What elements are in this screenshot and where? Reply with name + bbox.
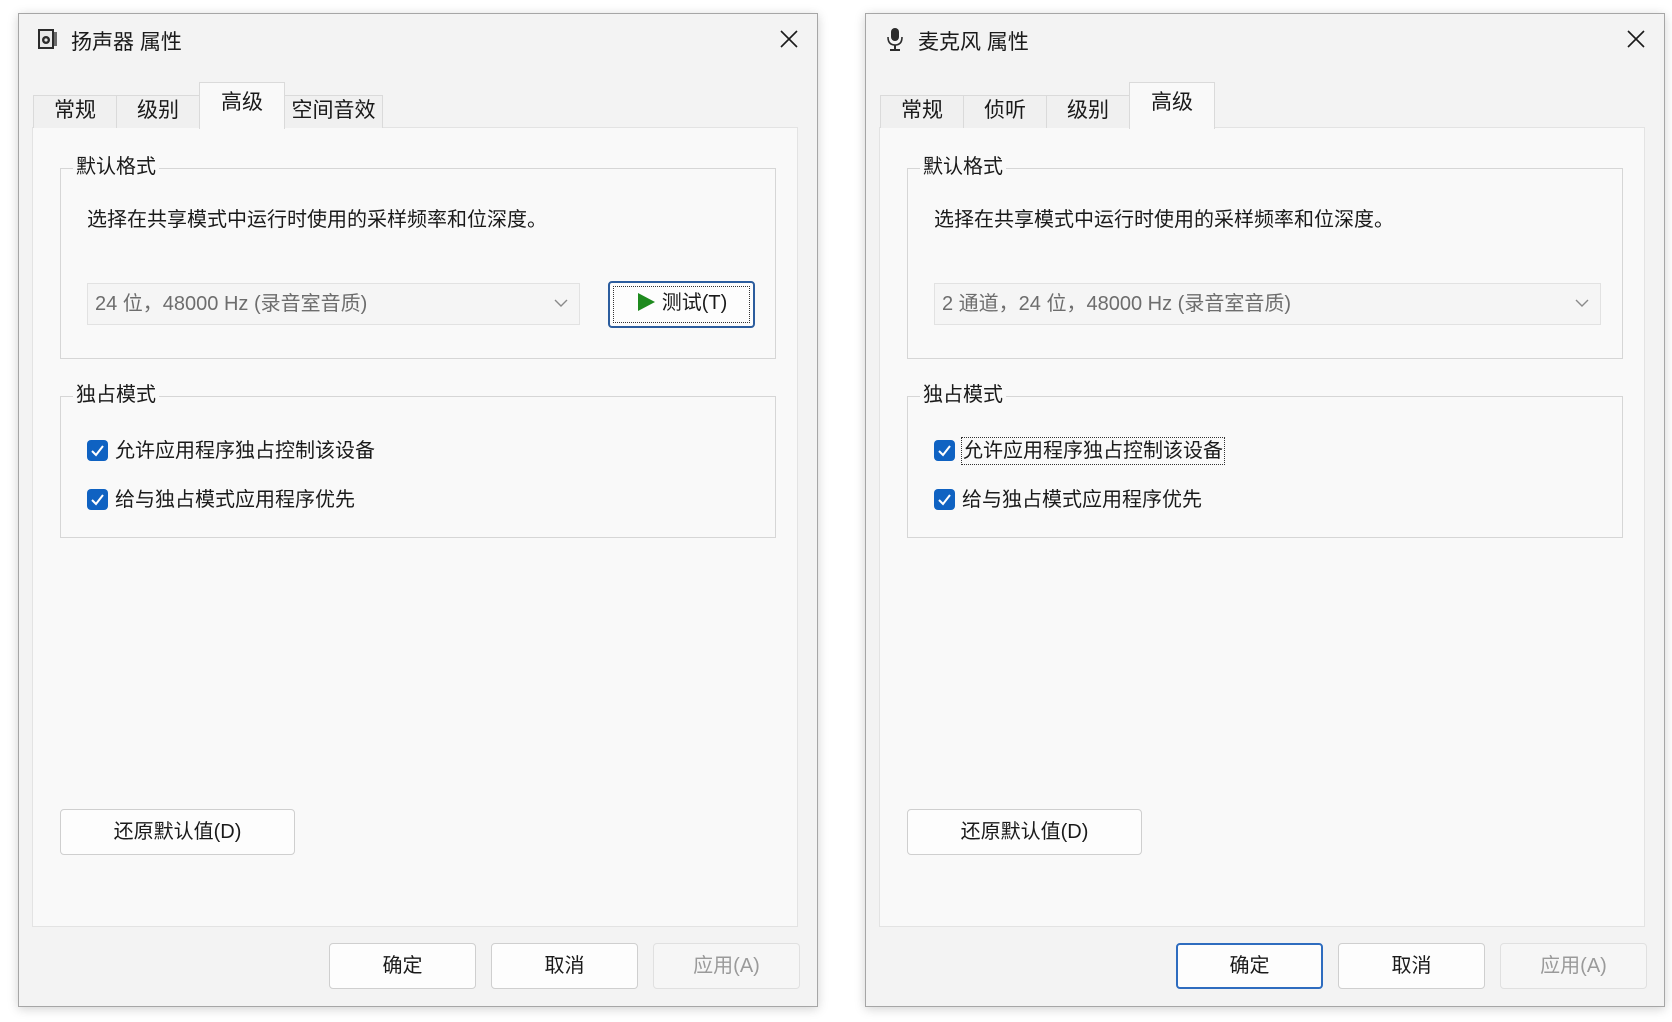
speaker-icon: [38, 29, 57, 49]
tab-general[interactable]: 常规: [880, 95, 964, 128]
test-button[interactable]: 测试(T): [608, 281, 755, 328]
dialog-title: 扬声器 属性: [71, 31, 182, 54]
default-format-group: 默认格式 选择在共享模式中运行时使用的采样频率和位深度。 24 位，48000 …: [60, 154, 776, 359]
check-icon: [91, 445, 104, 457]
group-legend: 默认格式: [73, 154, 159, 180]
title-bar: 扬声器 属性: [19, 14, 817, 64]
checkbox-checked[interactable]: [87, 440, 108, 461]
apply-button[interactable]: 应用(A): [653, 943, 800, 989]
chevron-down-icon: [1575, 299, 1589, 307]
format-description: 选择在共享模式中运行时使用的采样频率和位深度。: [87, 209, 547, 231]
ok-button[interactable]: 确定: [1176, 943, 1323, 989]
exclusive-mode-group: 独占模式 允许应用程序独占控制该设备 给与独占模式应用程序优先: [907, 382, 1623, 538]
tab-panel-advanced: 默认格式 选择在共享模式中运行时使用的采样频率和位深度。 24 位，48000 …: [32, 127, 798, 927]
tab-panel-advanced: 默认格式 选择在共享模式中运行时使用的采样频率和位深度。 2 通道，24 位，4…: [879, 127, 1645, 927]
microphone-icon: [887, 28, 903, 51]
tab-advanced[interactable]: 高级: [1129, 82, 1215, 129]
tab-spatial-sound[interactable]: 空间音效: [284, 95, 383, 128]
format-dropdown-value: 2 通道，24 位，48000 Hz (录音室音质): [942, 293, 1291, 315]
cancel-button[interactable]: 取消: [491, 943, 638, 989]
checkbox-checked[interactable]: [934, 440, 955, 461]
tab-listen[interactable]: 侦听: [963, 95, 1047, 128]
check-icon: [91, 494, 104, 506]
format-dropdown[interactable]: 2 通道，24 位，48000 Hz (录音室音质): [934, 283, 1601, 325]
close-icon: [780, 30, 798, 48]
allow-exclusive-label: 允许应用程序独占控制该设备: [961, 437, 1225, 465]
restore-defaults-button[interactable]: 还原默认值(D): [60, 809, 295, 855]
focus-rect: [613, 286, 750, 323]
exclusive-priority-label: 给与独占模式应用程序优先: [115, 489, 355, 511]
tab-general[interactable]: 常规: [33, 95, 117, 128]
dialog-title: 麦克风 属性: [918, 31, 1029, 54]
group-legend: 独占模式: [73, 382, 159, 408]
tab-levels[interactable]: 级别: [116, 95, 200, 128]
default-format-group: 默认格式 选择在共享模式中运行时使用的采样频率和位深度。 2 通道，24 位，4…: [907, 154, 1623, 359]
group-legend: 独占模式: [920, 382, 1006, 408]
close-button[interactable]: [1608, 14, 1664, 64]
speaker-properties-dialog: 扬声器 属性 默认格式 选择在共享模式中运行时使用的采样频率和位深度。 24 位…: [18, 13, 818, 1007]
group-legend: 默认格式: [920, 154, 1006, 180]
exclusive-mode-group: 独占模式 允许应用程序独占控制该设备 给与独占模式应用程序优先: [60, 382, 776, 538]
title-bar: 麦克风 属性: [866, 14, 1664, 64]
format-description: 选择在共享模式中运行时使用的采样频率和位深度。: [934, 209, 1394, 231]
allow-exclusive-label: 允许应用程序独占控制该设备: [115, 440, 375, 462]
ok-button[interactable]: 确定: [329, 943, 476, 989]
check-icon: [938, 445, 951, 457]
apply-button[interactable]: 应用(A): [1500, 943, 1647, 989]
checkbox-checked[interactable]: [87, 489, 108, 510]
chevron-down-icon: [554, 299, 568, 307]
microphone-properties-dialog: 麦克风 属性 默认格式 选择在共享模式中运行时使用的采样频率和位深度。 2 通道…: [865, 13, 1665, 1007]
tab-advanced[interactable]: 高级: [199, 82, 285, 129]
exclusive-priority-label: 给与独占模式应用程序优先: [962, 489, 1202, 511]
format-dropdown-value: 24 位，48000 Hz (录音室音质): [95, 293, 368, 315]
format-dropdown[interactable]: 24 位，48000 Hz (录音室音质): [87, 283, 580, 325]
restore-defaults-button[interactable]: 还原默认值(D): [907, 809, 1142, 855]
check-icon: [938, 494, 951, 506]
checkbox-checked[interactable]: [934, 489, 955, 510]
tab-levels[interactable]: 级别: [1046, 95, 1130, 128]
cancel-button[interactable]: 取消: [1338, 943, 1485, 989]
close-icon: [1627, 30, 1645, 48]
close-button[interactable]: [761, 14, 817, 64]
